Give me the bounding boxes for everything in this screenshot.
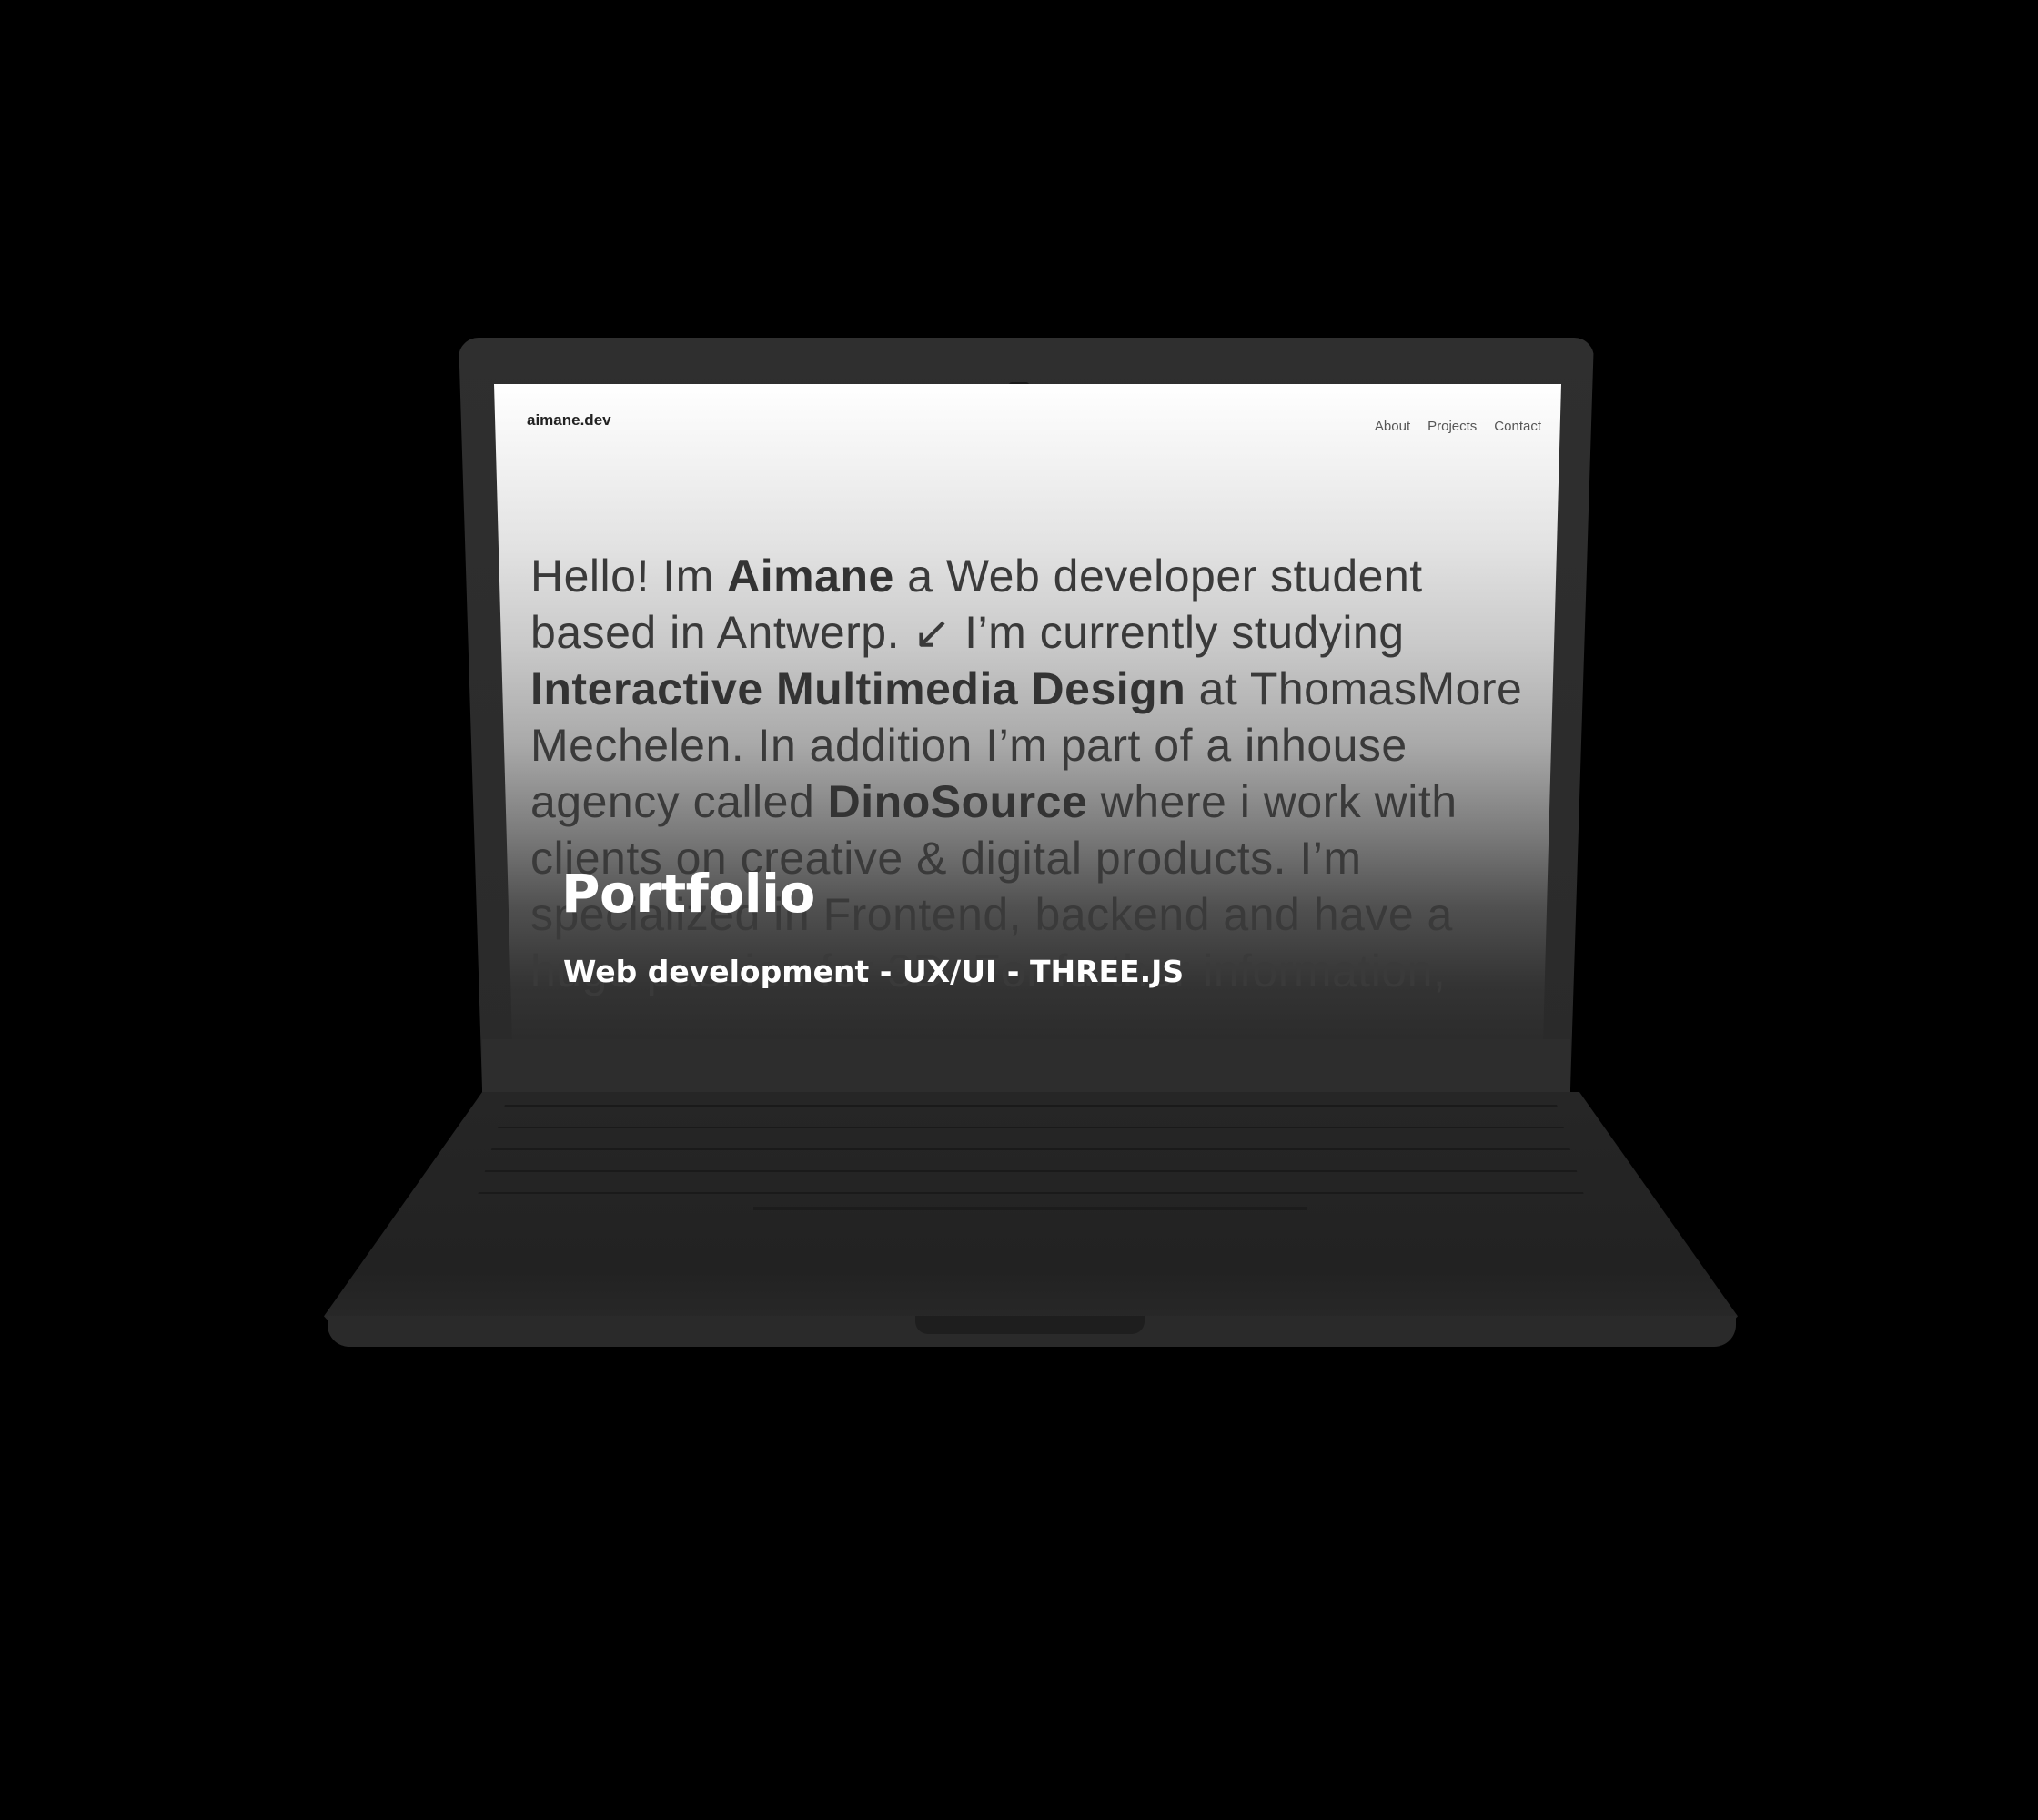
nav-link-projects[interactable]: Projects — [1428, 419, 1477, 434]
intro-study: Interactive Multimedia Design — [530, 663, 1186, 714]
keyboard-row — [473, 1192, 1589, 1194]
intro-text: Hello! Im — [530, 551, 728, 602]
site-nav: About Projects Contact — [1375, 419, 1541, 434]
site-header: aimane.dev About Projects Contact — [494, 384, 1561, 457]
nav-link-about[interactable]: About — [1375, 419, 1410, 434]
laptop-hinge — [482, 1039, 1570, 1094]
keyboard — [473, 1099, 1589, 1210]
hero-title: Portfolio — [561, 863, 815, 925]
laptop-screen: aimane.dev About Projects Contact Hello!… — [494, 384, 1561, 1039]
hero-subtitle: Web development - UX/UI - THREE.JS — [563, 954, 1185, 989]
intro-agency: DinoSource — [827, 776, 1088, 827]
stage: aimane.dev About Projects Contact Hello!… — [0, 0, 2038, 1820]
nav-link-contact[interactable]: Contact — [1494, 419, 1541, 434]
keyboard-row — [473, 1105, 1589, 1107]
keyboard-row — [473, 1170, 1589, 1172]
site-logo[interactable]: aimane.dev — [527, 411, 611, 430]
keyboard-row — [473, 1127, 1589, 1128]
keyboard-row — [473, 1148, 1589, 1150]
intro-name: Aimane — [727, 551, 894, 602]
intro-paragraph: Hello! Im Aimane a Web developer student… — [530, 548, 1549, 999]
laptop-opening-notch — [915, 1316, 1145, 1334]
trackpad — [753, 1207, 1307, 1210]
